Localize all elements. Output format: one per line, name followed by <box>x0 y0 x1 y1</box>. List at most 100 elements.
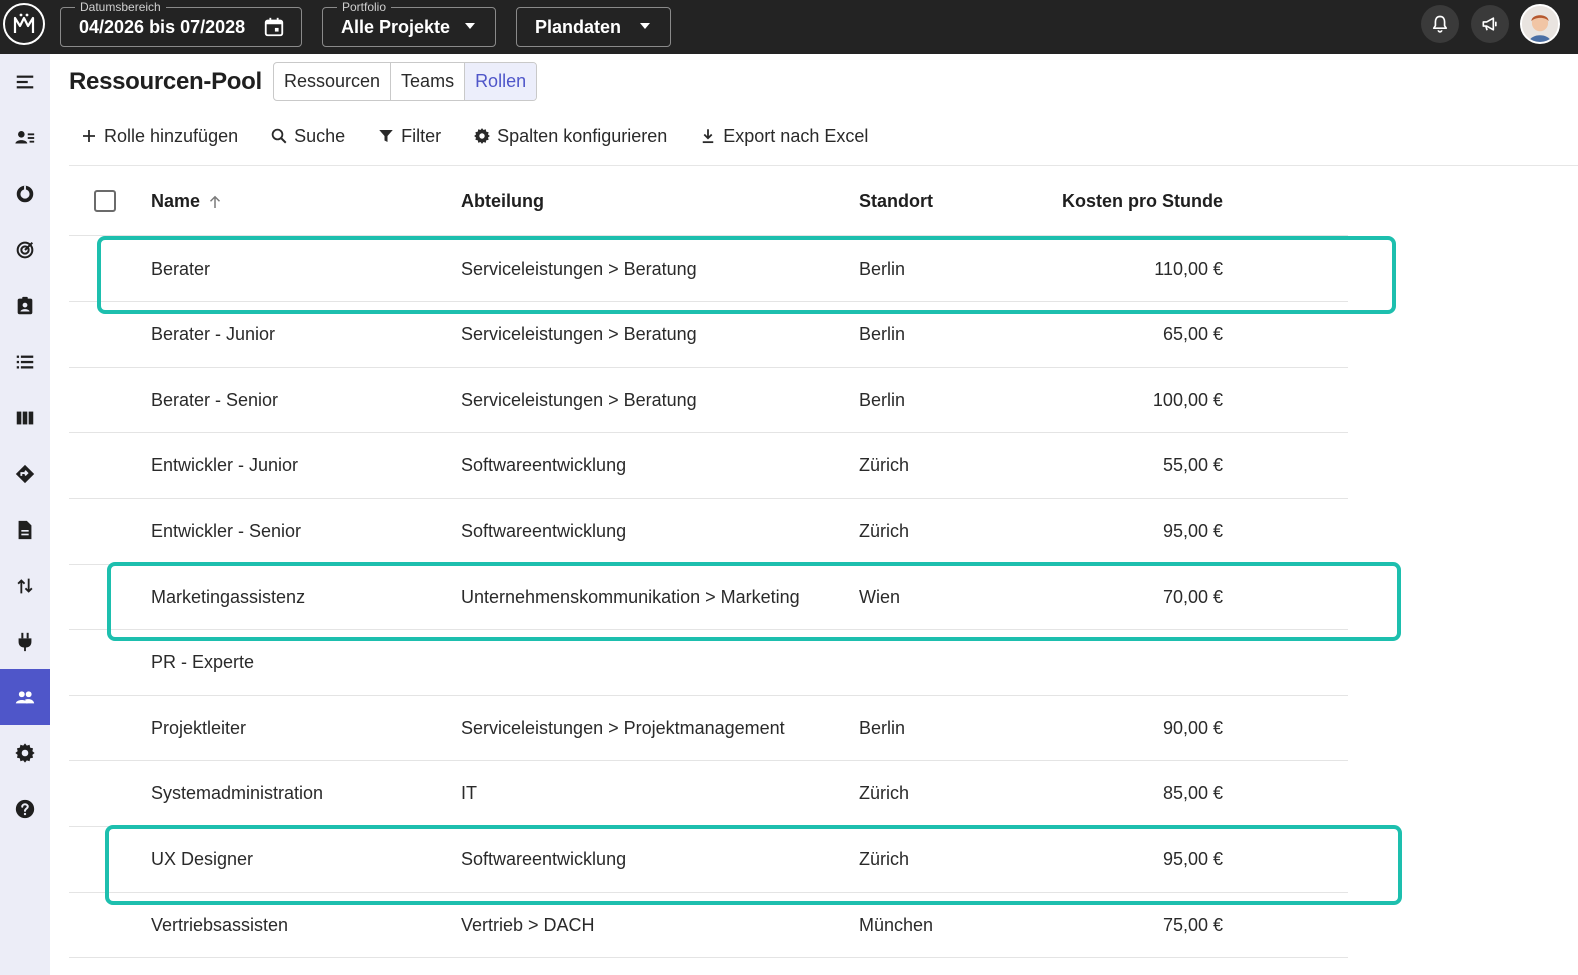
sidebar-item-help[interactable] <box>0 781 50 837</box>
filter-label: Filter <box>401 125 442 146</box>
add-role-button[interactable]: Rolle hinzufügen <box>80 126 238 147</box>
sort-ascending-icon[interactable] <box>206 193 224 211</box>
role-location: Berlin <box>859 324 906 345</box>
gear-icon <box>15 743 35 763</box>
filter-icon <box>379 130 393 142</box>
role-cost: 110,00 € <box>1154 258 1223 279</box>
sidebar-item-board[interactable] <box>0 390 50 446</box>
contact-card-icon <box>17 296 33 315</box>
add-role-label: Rolle hinzufügen <box>104 125 239 146</box>
toolbar-divider <box>69 165 1578 166</box>
role-name: Marketingassistenz <box>151 586 306 607</box>
role-location: Berlin <box>859 717 906 738</box>
role-department: Unternehmenskommunikation > Marketing <box>461 586 800 607</box>
columns-icon <box>16 411 34 425</box>
column-header-name-label: Name <box>151 191 201 211</box>
role-location: Zürich <box>859 455 910 476</box>
data-mode-select[interactable]: Plandaten <box>516 7 671 47</box>
document-icon <box>18 520 32 540</box>
date-range-field[interactable]: Datumsbereich 04/2026 bis 07/2028 <box>60 0 302 47</box>
date-range-value: 04/2026 bis 07/2028 <box>79 16 246 37</box>
role-location: Wien <box>859 586 901 607</box>
column-header-department[interactable]: Abteilung <box>461 191 544 212</box>
role-name: Systemadministration <box>151 783 324 804</box>
table-row[interactable]: PR - Experte <box>69 630 1348 696</box>
table-row[interactable]: UX Designer Softwareentwicklung Zürich 9… <box>69 827 1348 893</box>
role-location: Berlin <box>859 389 906 410</box>
sidebar <box>0 54 50 975</box>
target-icon <box>16 241 34 259</box>
tab-rollen[interactable]: Rollen <box>465 63 537 100</box>
role-cost: 65,00 € <box>1162 324 1223 345</box>
signpost-icon <box>15 464 35 484</box>
sidebar-item-assignments[interactable] <box>0 278 50 334</box>
configure-columns-button[interactable]: Spalten konfigurieren <box>473 126 667 147</box>
sidebar-item-integrations[interactable] <box>0 614 50 670</box>
donut-chart-icon <box>16 185 34 203</box>
sidebar-item-transfer[interactable] <box>0 558 50 614</box>
role-name: Berater <box>151 258 211 279</box>
sidebar-item-goals[interactable] <box>0 222 50 278</box>
column-header-location[interactable]: Standort <box>859 191 933 212</box>
person-list-icon <box>15 131 35 144</box>
table-header: Name Abteilung Standort Kosten pro Stund… <box>69 170 1348 236</box>
view-tabs: Ressourcen Teams Rollen <box>273 62 538 101</box>
table-row[interactable]: Berater - Senior Serviceleistungen > Ber… <box>69 368 1348 434</box>
notifications-button[interactable] <box>1421 5 1459 43</box>
role-department: Serviceleistungen > Beratung <box>461 389 697 410</box>
sidebar-item-resources[interactable] <box>0 110 50 166</box>
portfolio-value: Alle Projekte <box>341 16 451 37</box>
table-row[interactable]: Entwickler - Junior Softwareentwicklung … <box>69 433 1348 499</box>
table-row[interactable]: Berater Serviceleistungen > Beratung Ber… <box>69 237 1348 303</box>
table-row[interactable]: Berater - Junior Serviceleistungen > Ber… <box>69 302 1348 368</box>
plus-icon <box>83 130 95 142</box>
app-logo[interactable] <box>3 3 45 45</box>
date-range-legend: Datumsbereich <box>75 0 166 14</box>
portfolio-select[interactable]: Portfolio Alle Projekte <box>322 0 496 47</box>
role-cost: 100,00 € <box>1152 389 1223 410</box>
role-name: Entwickler - Junior <box>151 455 299 476</box>
role-name: Entwickler - Senior <box>151 521 302 541</box>
chevron-down-icon <box>465 23 475 29</box>
role-name: Berater - Senior <box>151 389 279 410</box>
table-row[interactable]: Marketingassistenz Unternehmenskommunika… <box>69 565 1348 631</box>
search-label: Suche <box>294 125 346 146</box>
tab-teams[interactable]: Teams <box>391 63 466 100</box>
role-location: Zürich <box>859 521 910 541</box>
table-row[interactable]: Vertriebsassisten Vertrieb > DACH Münche… <box>69 893 1348 959</box>
toolbar: Rolle hinzufügen Suche Filter Spalten ko… <box>80 122 900 150</box>
top-bar: Datumsbereich 04/2026 bis 07/2028 Portfo… <box>0 0 1578 54</box>
filter-button[interactable]: Filter <box>377 126 441 147</box>
table-row[interactable]: Projektleiter Serviceleistungen > Projek… <box>69 696 1348 762</box>
export-excel-button[interactable]: Export nach Excel <box>699 126 868 147</box>
user-avatar[interactable] <box>1520 4 1560 44</box>
sidebar-item-list[interactable] <box>0 334 50 390</box>
role-name: Projektleiter <box>151 717 247 738</box>
data-mode-value: Plandaten <box>535 16 622 37</box>
tab-ressourcen[interactable]: Ressourcen <box>274 63 392 100</box>
sidebar-item-documents[interactable] <box>0 502 50 558</box>
sidebar-item-menu[interactable] <box>0 54 50 110</box>
announcements-button[interactable] <box>1471 5 1509 43</box>
search-button[interactable]: Suche <box>270 126 345 147</box>
role-location: Zürich <box>859 783 910 804</box>
role-cost: 85,00 € <box>1162 783 1223 804</box>
sidebar-item-dashboard[interactable] <box>0 166 50 222</box>
gear-icon <box>474 128 491 144</box>
role-department: Serviceleistungen > Projektmanagement <box>461 717 785 738</box>
people-icon <box>15 691 35 704</box>
role-cost: 95,00 € <box>1162 521 1223 541</box>
sidebar-item-settings[interactable] <box>0 725 50 781</box>
calendar-icon[interactable] <box>263 16 285 38</box>
sidebar-item-roadmap[interactable] <box>0 446 50 502</box>
role-name: Vertriebsassisten <box>151 914 289 935</box>
swap-vertical-icon <box>17 578 33 594</box>
column-header-cost[interactable]: Kosten pro Stunde <box>1062 191 1223 212</box>
column-header-name[interactable]: Name <box>151 191 224 212</box>
sidebar-item-resource-pool[interactable] <box>0 669 50 725</box>
role-department: Serviceleistungen > Beratung <box>461 324 697 345</box>
table-row[interactable]: Systemadministration IT Zürich 85,00 € <box>69 761 1348 827</box>
role-department: Softwareentwicklung <box>461 521 627 541</box>
select-all-checkbox[interactable] <box>94 190 116 212</box>
table-row[interactable]: Entwickler - Senior Softwareentwicklung … <box>69 499 1348 565</box>
